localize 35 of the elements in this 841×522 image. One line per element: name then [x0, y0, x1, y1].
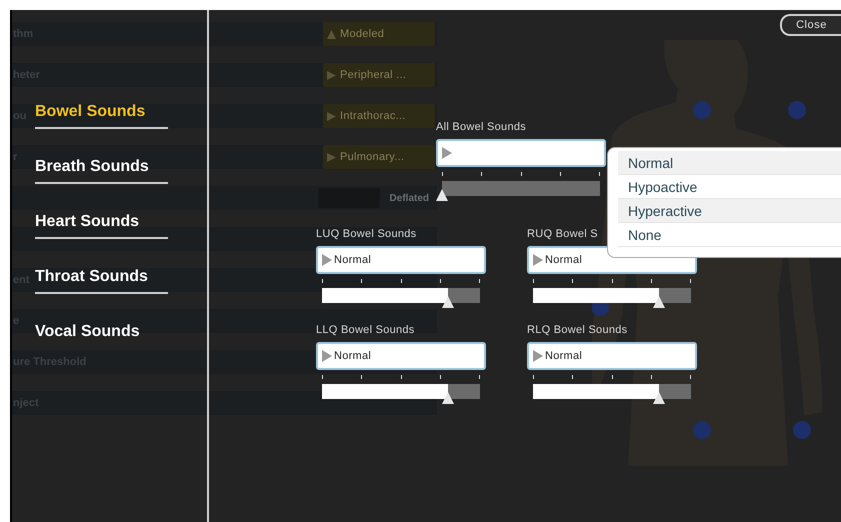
control-label: RLQ Bowel Sounds: [527, 323, 628, 337]
slider-thumb[interactable]: [442, 392, 454, 404]
slider-thumb[interactable]: [442, 296, 454, 308]
sound-category-tab[interactable]: Breath Sounds: [35, 157, 168, 177]
triangle-right-icon: [322, 254, 332, 266]
close-button[interactable]: Close: [780, 14, 841, 36]
sound-category-tab[interactable]: Throat Sounds: [35, 267, 168, 287]
triangle-right-icon: [327, 152, 336, 162]
dropdown-control[interactable]: Peripheral ...: [323, 63, 435, 87]
triangle-right-icon: [327, 112, 336, 120]
triangle-right-icon: [533, 254, 543, 266]
slider-thumb[interactable]: [436, 189, 448, 201]
triangle-right-icon: [322, 350, 332, 362]
control-label: LUQ Bowel Sounds: [316, 227, 416, 241]
slider-thumb[interactable]: [653, 392, 666, 404]
toggle-label: Deflated: [390, 192, 430, 206]
dropdown-control[interactable]: Pulmonary...: [323, 145, 435, 169]
control-label: LLQ Bowel Sounds: [316, 323, 415, 337]
control-label: All Bowel Sounds: [436, 120, 526, 134]
slider-thumb[interactable]: [653, 296, 666, 308]
triangle-right-icon: [442, 147, 452, 159]
sound-category-tab[interactable]: Bowel Sounds: [35, 102, 168, 122]
triangle-up-icon: [327, 30, 336, 38]
dropdown-option[interactable]: Normal: [618, 151, 841, 175]
sound-select[interactable]: Normal: [316, 246, 486, 274]
dropdown-option[interactable]: Hyperactive: [618, 199, 841, 223]
dropdown-control[interactable]: Intrathorac...: [323, 104, 435, 128]
triangle-right-icon: [327, 70, 336, 80]
dropdown-control[interactable]: Modeled: [323, 22, 435, 46]
sound-select[interactable]: Normal: [316, 342, 486, 370]
control-label: RUQ Bowel S: [527, 227, 598, 241]
sound-category-tab[interactable]: Heart Sounds: [35, 212, 168, 232]
triangle-right-icon: [533, 350, 543, 362]
sound-category-tab[interactable]: Vocal Sounds: [35, 322, 168, 342]
sound-select[interactable]: Normal: [527, 342, 697, 370]
